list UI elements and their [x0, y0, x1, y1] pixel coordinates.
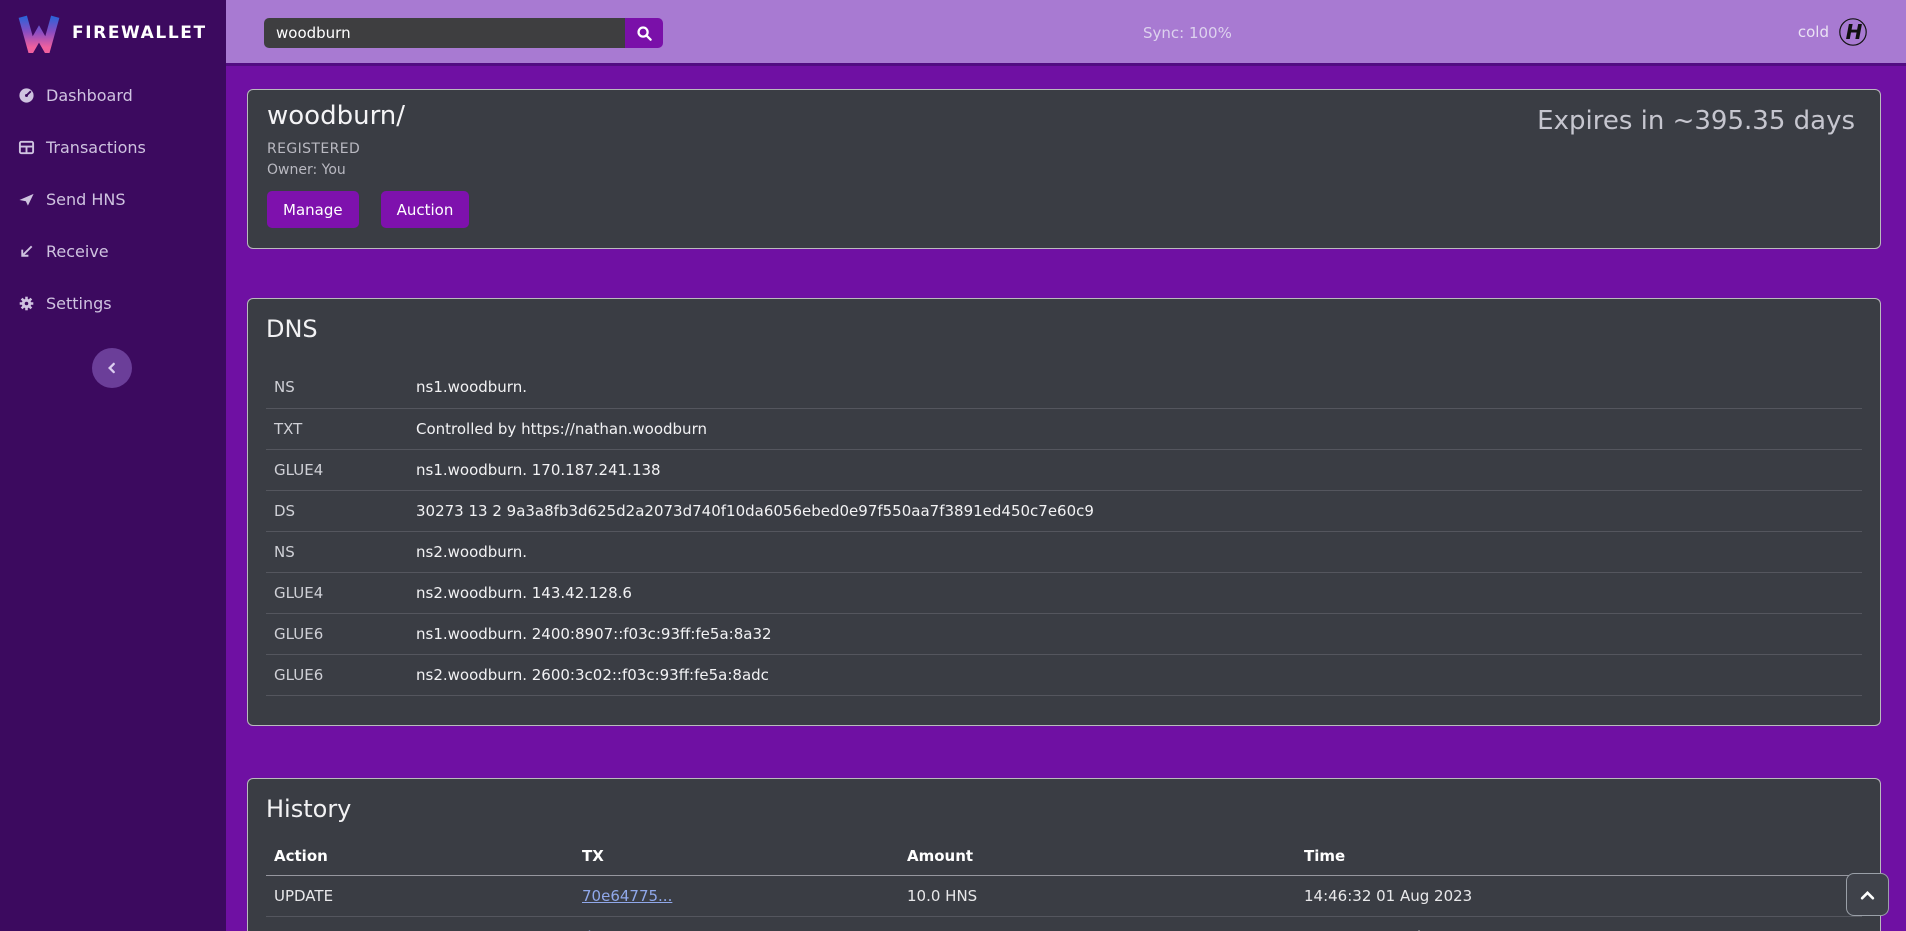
dns-record-row: NS ns2.woodburn.	[266, 531, 1862, 572]
brand-name: FIREWALLET	[72, 23, 207, 43]
dns-record-value: ns1.woodburn. 2400:8907::f03c:93ff:fe5a:…	[408, 613, 1862, 654]
sidebar-item-label: Transactions	[46, 138, 146, 157]
sidebar-item-dashboard[interactable]: Dashboard	[0, 84, 226, 106]
dns-record-value: ns1.woodburn. 170.187.241.138	[408, 449, 1862, 490]
dns-record-row: GLUE6 ns1.woodburn. 2400:8907::f03c:93ff…	[266, 613, 1862, 654]
history-col-time: Time	[1296, 837, 1862, 875]
history-time: 14:46:32 01 Aug 2023	[1296, 875, 1862, 916]
chevron-left-icon	[105, 361, 119, 375]
paper-plane-icon	[18, 191, 35, 208]
search-icon	[636, 25, 653, 42]
chevron-up-icon	[1860, 890, 1875, 900]
dns-record-type: NS	[266, 367, 408, 408]
domain-card: woodburn/ REGISTERED Owner: You Manage A…	[247, 89, 1881, 249]
manage-button[interactable]: Manage	[267, 191, 359, 228]
domain-expiry: Expires in ~395.35 days	[1537, 106, 1855, 136]
history-action: UPDATE	[266, 875, 574, 916]
search-input[interactable]	[264, 18, 625, 48]
history-row: RENEW d73e9c48... 10.0 HNS 15:45:36 07 F…	[266, 916, 1862, 931]
scroll-to-top-button[interactable]	[1846, 873, 1889, 916]
domain-owner: Owner: You	[267, 162, 1861, 178]
tx-link[interactable]: d73e9c48...	[582, 928, 671, 931]
dns-record-type: DS	[266, 490, 408, 531]
dns-record-type: GLUE4	[266, 572, 408, 613]
wallet-cluster: cold H	[1798, 0, 1868, 63]
sidebar-item-label: Dashboard	[46, 86, 133, 105]
brand: FIREWALLET	[0, 0, 226, 66]
sidebar-item-transactions[interactable]: Transactions	[0, 136, 226, 158]
dns-record-type: GLUE6	[266, 654, 408, 695]
topbar: Sync: 100% cold H	[226, 0, 1906, 66]
dns-table: NS ns1.woodburn. TXT Controlled by https…	[266, 367, 1862, 696]
dns-record-value: Controlled by https://nathan.woodburn	[408, 408, 1862, 449]
table-icon	[18, 139, 35, 156]
tx-link[interactable]: 70e64775...	[582, 887, 672, 905]
sidebar-item-settings[interactable]: Settings	[0, 292, 226, 314]
dns-record-value: ns1.woodburn.	[408, 367, 1862, 408]
sidebar-item-receive[interactable]: Receive	[0, 240, 226, 262]
history-row: UPDATE 70e64775... 10.0 HNS 14:46:32 01 …	[266, 875, 1862, 916]
history-card-title: History	[266, 793, 1862, 825]
wallet-name: cold	[1798, 23, 1829, 41]
history-action: RENEW	[266, 916, 574, 931]
dns-record-row: GLUE4 ns2.woodburn. 143.42.128.6	[266, 572, 1862, 613]
dns-record-type: GLUE6	[266, 613, 408, 654]
dns-record-type: NS	[266, 531, 408, 572]
dns-record-row: DS 30273 13 2 9a3a8fb3d625d2a2073d740f10…	[266, 490, 1862, 531]
dns-card: DNS NS ns1.woodburn. TXT Controlled by h…	[247, 298, 1881, 726]
dns-card-title: DNS	[266, 313, 1862, 345]
search-bar	[264, 18, 663, 48]
sync-status: Sync: 100%	[1143, 24, 1232, 42]
history-col-amount: Amount	[899, 837, 1296, 875]
dns-record-type: TXT	[266, 408, 408, 449]
main-content: woodburn/ REGISTERED Owner: You Manage A…	[226, 66, 1906, 931]
history-card: History Action TX Amount Time UPDATE 70e…	[247, 778, 1881, 931]
sidebar-item-label: Send HNS	[46, 190, 126, 209]
svg-text:H: H	[1846, 20, 1863, 44]
sidebar-item-label: Receive	[46, 242, 109, 261]
dns-record-value: ns2.woodburn. 143.42.128.6	[408, 572, 1862, 613]
sidebar-collapse-button[interactable]	[92, 348, 132, 388]
dns-record-value: ns2.woodburn.	[408, 531, 1862, 572]
history-header-row: Action TX Amount Time	[266, 837, 1862, 875]
history-col-tx: TX	[574, 837, 899, 875]
dns-record-row: NS ns1.woodburn.	[266, 367, 1862, 408]
dns-record-row: GLUE6 ns2.woodburn. 2600:3c02::f03c:93ff…	[266, 654, 1862, 695]
arrow-down-left-icon	[18, 243, 35, 260]
sidebar-item-send-hns[interactable]: Send HNS	[0, 188, 226, 210]
dns-record-value: ns2.woodburn. 2600:3c02::f03c:93ff:fe5a:…	[408, 654, 1862, 695]
sidebar-item-label: Settings	[46, 294, 112, 313]
history-amount: 10.0 HNS	[899, 916, 1296, 931]
history-time: 15:45:36 07 Feb 2023	[1296, 916, 1862, 931]
gear-icon	[18, 295, 35, 312]
gauge-icon	[18, 87, 35, 104]
dns-record-row: GLUE4 ns1.woodburn. 170.187.241.138	[266, 449, 1862, 490]
firewallet-logo-icon	[18, 13, 60, 53]
dns-record-row: TXT Controlled by https://nathan.woodbur…	[266, 408, 1862, 449]
sidebar: FIREWALLET Dashboard Transactions	[0, 0, 226, 931]
dns-record-value: 30273 13 2 9a3a8fb3d625d2a2073d740f10da6…	[408, 490, 1862, 531]
search-button[interactable]	[625, 18, 663, 48]
history-table: Action TX Amount Time UPDATE 70e64775...…	[266, 837, 1862, 931]
history-amount: 10.0 HNS	[899, 875, 1296, 916]
history-col-action: Action	[266, 837, 574, 875]
dns-record-type: GLUE4	[266, 449, 408, 490]
auction-button[interactable]: Auction	[381, 191, 470, 228]
domain-status: REGISTERED	[267, 141, 1861, 157]
handshake-logo-icon[interactable]: H	[1838, 17, 1868, 47]
sidebar-nav: Dashboard Transactions Send HNS	[0, 84, 226, 344]
